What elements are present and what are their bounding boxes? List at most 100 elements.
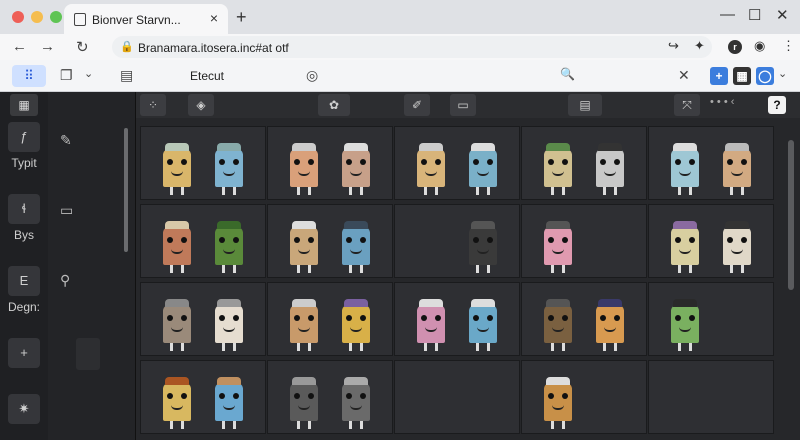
- extensions-icon[interactable]: ✦: [694, 38, 705, 54]
- monster-sprite[interactable]: [342, 143, 370, 195]
- lasso-icon[interactable]: ⚲: [60, 272, 70, 289]
- help-button[interactable]: ?: [768, 96, 786, 114]
- monster-sprite[interactable]: [163, 221, 191, 273]
- monster-sprite[interactable]: [342, 377, 370, 429]
- profile-icon[interactable]: ◯: [756, 67, 774, 85]
- address-bar[interactable]: 🔒 Branamara.itosera.inc#at otf: [112, 36, 712, 58]
- share-icon[interactable]: ↪: [668, 38, 679, 54]
- sprite-cell[interactable]: [267, 204, 393, 278]
- sprite-cell[interactable]: [648, 126, 774, 200]
- sprite-cell[interactable]: [521, 282, 647, 356]
- monster-sprite[interactable]: [544, 377, 572, 429]
- browser-menu-button[interactable]: ⋮: [782, 38, 795, 54]
- monster-sprite[interactable]: [215, 377, 243, 429]
- sprite-cell[interactable]: [521, 204, 647, 278]
- sprite-cell[interactable]: [521, 126, 647, 200]
- more-dots[interactable]: • • • ‹: [710, 96, 734, 108]
- reload-button[interactable]: ↻: [76, 38, 89, 56]
- maximize-button[interactable]: ☐: [748, 6, 761, 24]
- monster-sprite[interactable]: [417, 299, 445, 351]
- monster-sprite[interactable]: [671, 299, 699, 351]
- panel-scrollbar[interactable]: [124, 128, 128, 252]
- pen-icon[interactable]: ✎: [60, 132, 72, 149]
- apps-button[interactable]: ⠿: [12, 65, 46, 87]
- sprite-cell[interactable]: [267, 126, 393, 200]
- monster-sprite[interactable]: [163, 299, 191, 351]
- monster-sprite[interactable]: [215, 221, 243, 273]
- layers-icon[interactable]: ▦: [10, 94, 38, 116]
- tabs-icon[interactable]: ❐: [60, 67, 73, 84]
- expand-tool-button[interactable]: ⤧: [674, 94, 700, 116]
- monster-sprite[interactable]: [469, 143, 497, 195]
- monster-sprite[interactable]: [723, 221, 751, 273]
- monster-sprite[interactable]: [417, 143, 445, 195]
- monster-sprite[interactable]: [544, 299, 572, 351]
- sprite-cell[interactable]: [648, 282, 774, 356]
- monster-sprite[interactable]: [469, 299, 497, 351]
- sprite-cell[interactable]: [140, 282, 266, 356]
- monster-sprite[interactable]: [342, 299, 370, 351]
- sprite-cell[interactable]: [394, 126, 520, 200]
- monster-sprite[interactable]: [215, 143, 243, 195]
- monster-sprite[interactable]: [290, 377, 318, 429]
- rail-item-effects[interactable]: ✷: [8, 394, 40, 424]
- monster-sprite[interactable]: [671, 221, 699, 273]
- monster-sprite[interactable]: [163, 143, 191, 195]
- sprite-cell[interactable]: [521, 360, 647, 434]
- sprite-cell[interactable]: [267, 360, 393, 434]
- profile-avatar[interactable]: r: [728, 40, 742, 54]
- shield-icon[interactable]: ◎: [306, 67, 318, 84]
- record-icon[interactable]: ◉: [754, 38, 765, 54]
- monster-sprite[interactable]: [290, 143, 318, 195]
- panel-thumbnail[interactable]: [76, 338, 100, 370]
- clear-icon[interactable]: ✕: [678, 67, 690, 84]
- monster-sprite[interactable]: [723, 143, 751, 195]
- close-window-button[interactable]: [12, 11, 24, 23]
- sprite-cell[interactable]: [140, 360, 266, 434]
- frame-icon[interactable]: ▭: [60, 202, 73, 219]
- close-button[interactable]: ✕: [776, 6, 789, 24]
- add-button[interactable]: +: [710, 67, 728, 85]
- rail-item-type[interactable]: ƒ: [8, 122, 40, 152]
- monster-sprite[interactable]: [671, 143, 699, 195]
- sprite-cell[interactable]: [140, 126, 266, 200]
- sprite-cell[interactable]: [394, 204, 520, 278]
- back-button[interactable]: ←: [12, 38, 27, 55]
- rail-item-design[interactable]: E: [8, 266, 40, 296]
- minimize-window-button[interactable]: [31, 11, 43, 23]
- search-icon[interactable]: 🔍: [560, 67, 575, 81]
- list-tool-button[interactable]: ▤: [568, 94, 602, 116]
- tab-close-button[interactable]: ×: [210, 10, 218, 26]
- sprite-cell[interactable]: [648, 360, 774, 434]
- minimize-button[interactable]: —: [720, 6, 735, 23]
- url-text[interactable]: Branamara.itosera.inc#at otf: [138, 41, 289, 55]
- monster-sprite[interactable]: [596, 299, 624, 351]
- forward-button[interactable]: →: [40, 38, 55, 55]
- calculator-icon[interactable]: ▦: [733, 67, 751, 85]
- sprite-cell[interactable]: [394, 360, 520, 434]
- monster-sprite[interactable]: [596, 143, 624, 195]
- monster-sprite[interactable]: [342, 221, 370, 273]
- flower-tool-button[interactable]: ✿: [318, 94, 350, 116]
- brush-tool-button[interactable]: ✐: [404, 94, 430, 116]
- grid-scrollbar[interactable]: [788, 140, 794, 290]
- shape-tool-button[interactable]: ◈: [188, 94, 214, 116]
- monster-sprite[interactable]: [544, 143, 572, 195]
- rail-item-add[interactable]: +: [8, 338, 40, 368]
- browser-tab[interactable]: Bionver Starvn... ×: [64, 4, 228, 34]
- chevron-down-icon[interactable]: ⌄: [84, 67, 93, 80]
- rect-tool-button[interactable]: ▭: [450, 94, 476, 116]
- monster-sprite[interactable]: [544, 221, 572, 273]
- sprite-cell[interactable]: [648, 204, 774, 278]
- chevron-down-icon[interactable]: ⌄: [778, 67, 787, 80]
- grid-tool-button[interactable]: ⁘: [140, 94, 166, 116]
- monster-sprite[interactable]: [469, 221, 497, 273]
- monster-sprite[interactable]: [163, 377, 191, 429]
- reader-icon[interactable]: ▤: [120, 67, 133, 84]
- monster-sprite[interactable]: [290, 221, 318, 273]
- rail-item-bys[interactable]: ɬ: [8, 194, 40, 224]
- sprite-cell[interactable]: [394, 282, 520, 356]
- sprite-cell[interactable]: [140, 204, 266, 278]
- monster-sprite[interactable]: [290, 299, 318, 351]
- new-tab-button[interactable]: +: [236, 7, 247, 28]
